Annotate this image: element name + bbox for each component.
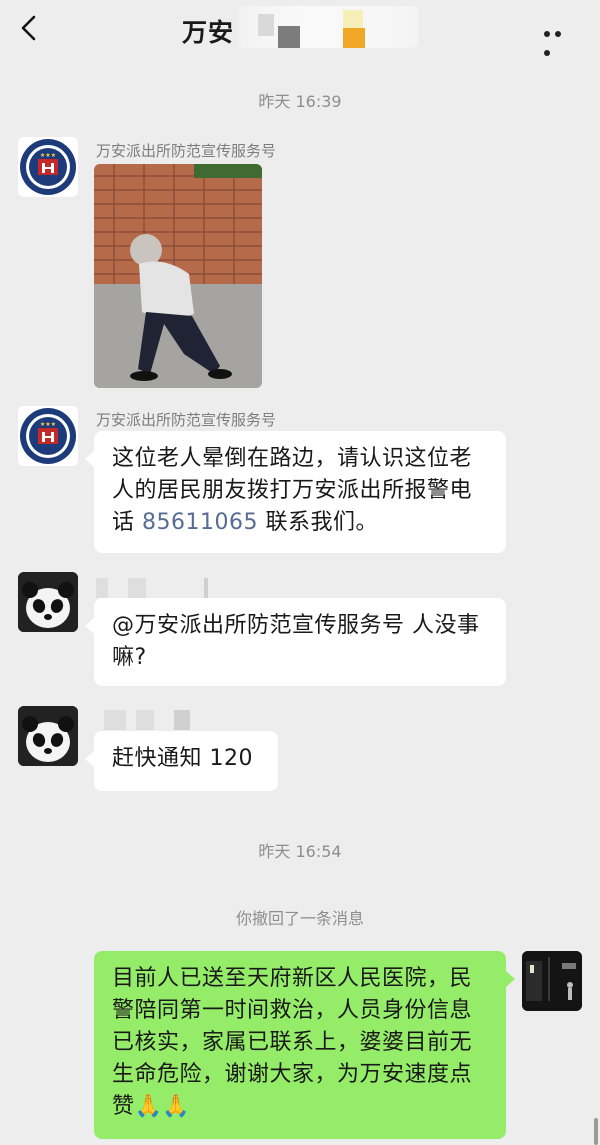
night-street-photo-icon: [522, 951, 582, 1011]
avatar[interactable]: [18, 706, 78, 766]
message-bubble[interactable]: 赶快通知 120: [85, 731, 278, 791]
chat-image[interactable]: [94, 164, 262, 388]
sender-name: 万安派出所防范宣传服务号: [96, 142, 277, 160]
avatar[interactable]: [18, 572, 78, 632]
chat-header: 万安: [0, 0, 600, 58]
message-text: 赶快通知 120: [112, 746, 253, 771]
timestamp: 昨天 16:39: [258, 92, 342, 111]
panda-icon: [18, 572, 78, 632]
chevron-left-icon[interactable]: [18, 14, 42, 42]
message-bubble[interactable]: 这位老人晕倒在路边，请认识这位老人的居民朋友拨打万安派出所报警电话 856110…: [85, 431, 506, 553]
my-message-bubble[interactable]: 目前人已送至天府新区人民医院，民警陪同第一时间救治，人员身份信息已核实，家属已联…: [94, 951, 515, 1139]
blurred-sender-name: [96, 708, 216, 730]
message-text: 联系我们。: [265, 510, 379, 535]
message-text: @万安派出所防范宣传服务号 人没事嘛?: [112, 613, 480, 670]
praying-hands-emoji: 🙏🙏: [134, 1094, 191, 1119]
avatar[interactable]: ★★★: [18, 137, 78, 197]
svg-text:★★★: ★★★: [40, 421, 56, 428]
blurred-title-region: [238, 6, 418, 48]
timestamp: 昨天 16:54: [258, 842, 342, 861]
sender-name: 万安派出所防范宣传服务号: [96, 411, 277, 429]
svg-text:★★★: ★★★: [40, 152, 56, 159]
avatar[interactable]: ★★★: [18, 406, 78, 466]
message-bubble[interactable]: @万安派出所防范宣传服务号 人没事嘛?: [85, 598, 506, 686]
my-avatar[interactable]: [522, 951, 582, 1011]
scrollbar[interactable]: [594, 1118, 598, 1145]
police-badge-icon: ★★★: [20, 408, 76, 464]
ellipsis-icon[interactable]: [544, 22, 576, 56]
phone-link[interactable]: 85611065: [142, 510, 258, 535]
chat-title: 万安: [182, 18, 235, 47]
blurred-sender-name: [96, 576, 216, 598]
police-badge-icon: ★★★: [20, 139, 76, 195]
panda-icon: [18, 706, 78, 766]
recall-notice: 你撤回了一条消息: [235, 909, 364, 928]
